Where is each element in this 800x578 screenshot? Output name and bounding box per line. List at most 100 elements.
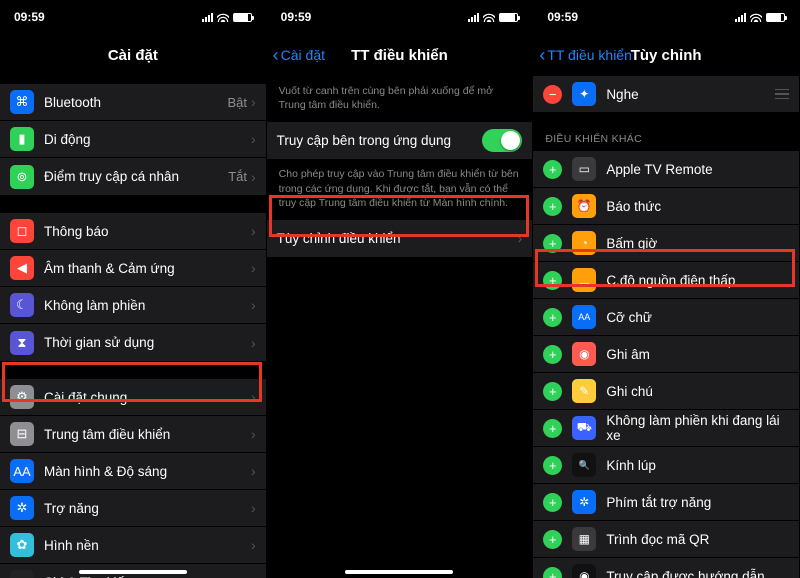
settings-row-sound[interactable]: ◀Âm thanh & Cảm ứng› <box>0 250 266 287</box>
cell-label: Âm thanh & Cảm ứng <box>44 261 251 276</box>
item-label: Ghi chú <box>606 384 789 399</box>
add-button[interactable]: + <box>543 419 562 438</box>
more-row-qr[interactable]: +▦Trình đọc mã QR <box>533 521 799 558</box>
cell-label: Thời gian sử dụng <box>44 335 251 350</box>
add-button[interactable]: + <box>543 160 562 179</box>
more-row-textsize[interactable]: +AACỡ chữ <box>533 299 799 336</box>
settings-row-screentime[interactable]: ⧗Thời gian sử dụng› <box>0 324 266 361</box>
toggle-row-access-in-app[interactable]: Truy cập bên trong ứng dụng <box>267 122 533 159</box>
signal-icon <box>735 13 746 22</box>
item-label: C.độ nguồn điện thấp <box>606 273 789 288</box>
chevron-right-icon: › <box>251 297 256 313</box>
add-button[interactable]: + <box>543 197 562 216</box>
home-indicator <box>345 570 453 574</box>
cc-icon: ⊟ <box>10 422 34 446</box>
chevron-right-icon: › <box>251 389 256 405</box>
included-row-ear[interactable]: −✦Nghe <box>533 76 799 113</box>
more-row-magnifier[interactable]: + 🔍 Kính lúp <box>533 447 799 484</box>
qr-icon: ▦ <box>572 527 596 551</box>
item-label: Truy cập được hướng dẫn <box>606 569 789 578</box>
screentime-icon: ⧗ <box>10 331 34 355</box>
cell-label: Điểm truy cập cá nhân <box>44 169 228 184</box>
item-label: Bấm giờ <box>606 236 789 251</box>
add-button[interactable]: + <box>543 530 562 549</box>
more-row-timer[interactable]: +◔Bấm giờ <box>533 225 799 262</box>
back-button[interactable]: ‹TT điều khiển <box>539 46 632 64</box>
chevron-right-icon: › <box>518 230 523 246</box>
magnifier-icon: 🔍 <box>572 453 596 477</box>
settings-row-general[interactable]: ⚙Cài đặt chung› <box>0 379 266 416</box>
status-bar: 09:59 <box>267 0 533 34</box>
cell-label: Trung tâm điều khiển <box>44 427 251 442</box>
toggle-label: Truy cập bên trong ứng dụng <box>277 133 483 148</box>
settings-row-display[interactable]: AAMàn hình & Độ sáng› <box>0 453 266 490</box>
add-button[interactable]: + <box>543 493 562 512</box>
status-indicators <box>202 13 252 22</box>
display-icon: AA <box>10 459 34 483</box>
chevron-right-icon: › <box>251 131 256 147</box>
add-button[interactable]: + <box>543 345 562 364</box>
chevron-right-icon: › <box>251 426 256 442</box>
shortcut-icon: ✲ <box>572 490 596 514</box>
back-button[interactable]: ‹Cài đặt <box>273 46 325 64</box>
cell-value: Tắt <box>228 169 247 184</box>
settings-row-access[interactable]: ✲Trợ năng› <box>0 490 266 527</box>
page-title: TT điều khiển <box>351 47 448 64</box>
remove-button[interactable]: − <box>543 85 562 104</box>
add-button[interactable]: + <box>543 234 562 253</box>
more-row-atv[interactable]: +▭Apple TV Remote <box>533 151 799 188</box>
more-row-guided[interactable]: + ◉ Truy cập được hướng dẫn <box>533 558 799 578</box>
battery-icon <box>233 13 252 22</box>
textsize-icon: AA <box>572 305 596 329</box>
page-title: Cài đặt <box>108 47 158 64</box>
toggle-switch[interactable] <box>482 129 522 152</box>
battery-icon <box>766 13 785 22</box>
more-row-notes[interactable]: +✎Ghi chú <box>533 373 799 410</box>
voicememo-icon: ◉ <box>572 342 596 366</box>
chevron-right-icon: › <box>251 574 256 578</box>
back-label: Cài đặt <box>281 47 325 63</box>
signal-icon <box>202 13 213 22</box>
settings-row-notif[interactable]: ◻Thông báo› <box>0 213 266 250</box>
wifi-icon <box>217 13 229 22</box>
chevron-right-icon: › <box>251 463 256 479</box>
hotspot-icon: ⊚ <box>10 165 34 189</box>
item-label: Nghe <box>606 87 769 102</box>
status-indicators <box>735 13 785 22</box>
settings-row-hotspot[interactable]: ⊚Điểm truy cập cá nhânTắt› <box>0 158 266 195</box>
section-note: Cho phép truy cập vào Trung tâm điều khi… <box>267 159 533 220</box>
add-button[interactable]: + <box>543 308 562 327</box>
add-button[interactable]: + <box>543 456 562 475</box>
battery-icon <box>499 13 518 22</box>
settings-row-cellular[interactable]: ▮ Di động› <box>0 121 266 158</box>
status-bar: 09:59 <box>0 0 266 34</box>
item-label: Kính lúp <box>606 458 789 473</box>
chevron-right-icon: › <box>251 223 256 239</box>
add-button[interactable]: + <box>543 567 562 578</box>
settings-row-dnd[interactable]: ☾Không làm phiền› <box>0 287 266 324</box>
drag-handle-icon[interactable] <box>775 89 789 100</box>
more-row-lowpower[interactable]: +▂C.độ nguồn điện thấp <box>533 262 799 299</box>
status-indicators <box>468 13 518 22</box>
settings-row-cc[interactable]: ⊟ Trung tâm điều khiển› <box>0 416 266 453</box>
wifi-icon <box>750 13 762 22</box>
wallpaper-icon: ✿ <box>10 533 34 557</box>
add-button[interactable]: + <box>543 382 562 401</box>
guided-icon: ◉ <box>572 564 596 578</box>
item-label: Báo thức <box>606 199 789 214</box>
more-row-voicememo[interactable]: +◉Ghi âm <box>533 336 799 373</box>
settings-row-wallpaper[interactable]: ✿Hình nền› <box>0 527 266 564</box>
nav-row-customize-controls[interactable]: Tùy chỉnh điều khiển › <box>267 220 533 257</box>
status-bar: 09:59 <box>533 0 799 34</box>
cell-label: Di động <box>44 132 251 147</box>
chevron-right-icon: › <box>251 94 256 110</box>
add-button[interactable]: + <box>543 271 562 290</box>
section-note: Vuốt từ canh trên cùng bên phải xuống để… <box>267 76 533 122</box>
item-label: Apple TV Remote <box>606 162 789 177</box>
wifi-icon <box>483 13 495 22</box>
more-row-shortcut[interactable]: +✲Phím tắt trợ năng <box>533 484 799 521</box>
more-row-alarm[interactable]: +⏰Báo thức <box>533 188 799 225</box>
cellular-icon: ▮ <box>10 127 34 151</box>
settings-row-bluetooth[interactable]: ⌘BluetoothBật› <box>0 84 266 121</box>
more-row-driving[interactable]: +⛟Không làm phiền khi đang lái xe <box>533 410 799 447</box>
